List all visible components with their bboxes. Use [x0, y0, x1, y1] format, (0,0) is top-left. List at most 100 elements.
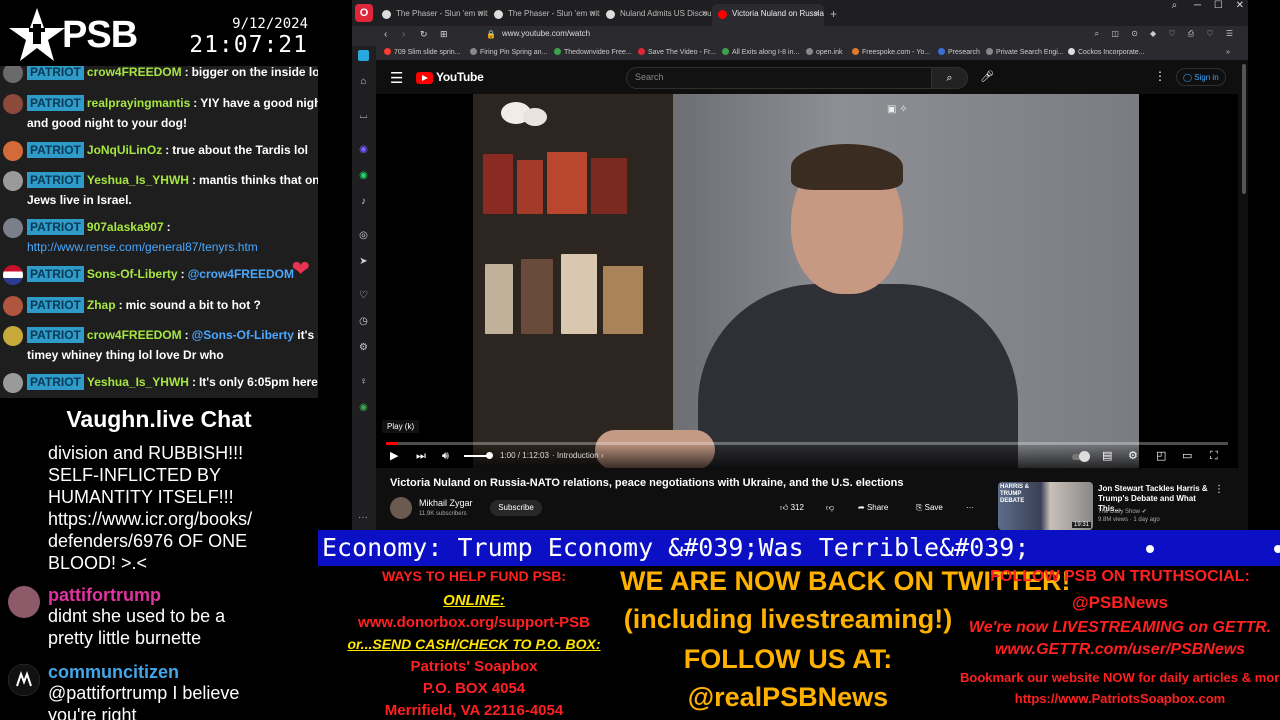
- workspace-icon[interactable]: [358, 50, 369, 61]
- back-icon[interactable]: ‹: [384, 29, 387, 40]
- url-field[interactable]: www.youtube.com/watch: [502, 29, 590, 38]
- subscribe-button[interactable]: Subscribe: [490, 500, 542, 516]
- bookmark-item[interactable]: Cockos Incorporate...: [1068, 47, 1145, 59]
- wolf-emblem-icon: [8, 664, 40, 696]
- user-avatar: [3, 326, 23, 346]
- chat-mention[interactable]: @crow4FREEDOM: [188, 267, 294, 281]
- next-icon[interactable]: ⏭︎: [416, 450, 426, 462]
- tiles-icon[interactable]: ⊞: [440, 29, 448, 40]
- forward-icon[interactable]: ›: [402, 29, 405, 40]
- patriot-badge: PATRIOT: [27, 327, 84, 343]
- tab-phaser-2[interactable]: The Phaser - Slun 'em with ✕: [488, 4, 600, 26]
- search-button[interactable]: ⌕: [932, 67, 968, 89]
- subtitles-icon[interactable]: ▤: [1102, 450, 1112, 462]
- close-window-icon[interactable]: ✕: [1236, 0, 1244, 11]
- chat-username[interactable]: Yeshua_Is_YHWH: [87, 375, 189, 389]
- extension-icon[interactable]: ◉: [358, 402, 369, 413]
- like-button[interactable]: 👍︎ 312: [780, 503, 804, 513]
- miniplayer-icon[interactable]: ◰: [1156, 450, 1166, 462]
- address-line: Patriots' Soapbox: [410, 658, 538, 675]
- chapter-label[interactable]: · Introduction ›: [552, 451, 604, 460]
- bookmark-item[interactable]: Thedownvideo Free...: [554, 47, 632, 59]
- progress-bar[interactable]: [386, 442, 1228, 445]
- channel-avatar[interactable]: [390, 497, 412, 519]
- play-icon[interactable]: ▶: [390, 450, 398, 462]
- tiktok-icon[interactable]: ♪: [358, 196, 369, 207]
- bookmark-item[interactable]: Private Search Engi...: [986, 47, 1064, 59]
- bookmark-item[interactable]: All Exits along I-8 in...: [722, 47, 799, 59]
- bookmark-item[interactable]: Save The Video - Fr...: [638, 47, 716, 59]
- video-player[interactable]: ▣ ✧ Play (k) ▶ ⏭︎ 🔊︎ 1:00 / 1:12:03 · In…: [376, 94, 1238, 468]
- menu-icon[interactable]: ☰: [390, 69, 403, 87]
- volume-icon[interactable]: 🔊︎: [442, 450, 449, 462]
- recommended-channel[interactable]: The Daily Show ✔: [1098, 508, 1147, 515]
- home-icon[interactable]: ⌂: [358, 76, 369, 87]
- close-tab-icon[interactable]: ✕: [477, 4, 484, 24]
- chat-username[interactable]: Sons-Of-Liberty: [87, 267, 178, 281]
- share-button[interactable]: ➦ Share: [858, 503, 888, 512]
- chat-username[interactable]: crow4FREEDOM: [87, 328, 182, 342]
- microphone-icon[interactable]: 🎤︎: [980, 70, 994, 83]
- chat-link[interactable]: http://www.rense.com/general87/tenyrs.ht…: [27, 240, 258, 254]
- close-tab-icon[interactable]: ✕: [701, 4, 708, 24]
- reload-icon[interactable]: ↻: [420, 29, 428, 40]
- more-actions-icon[interactable]: ···: [966, 503, 974, 512]
- shopping-bag-icon[interactable]: ⌴: [358, 110, 369, 121]
- page-scrollbar[interactable]: [1242, 64, 1246, 194]
- tab-victoria-nuland[interactable]: Victoria Nuland on Russia- ✕: [712, 4, 824, 26]
- settings-dots-icon[interactable]: ⋮: [1154, 69, 1166, 83]
- lock-icon[interactable]: 🔒: [486, 30, 496, 39]
- tips-icon[interactable]: ♀: [358, 376, 369, 387]
- chat-username[interactable]: Yeshua_Is_YHWH: [87, 173, 189, 187]
- bookmark-item[interactable]: Freespoke.com - Yo...: [852, 47, 930, 59]
- settings-icon[interactable]: ⚙: [1128, 450, 1138, 462]
- messenger-icon[interactable]: ◉: [358, 144, 369, 155]
- player-icon[interactable]: ◎: [358, 230, 369, 241]
- recommended-video[interactable]: HARRIS & TRUMP DEBATE 19:31 Jon Stewart …: [998, 482, 1248, 530]
- save-button[interactable]: ⎘ Save: [916, 503, 943, 513]
- theater-mode-icon[interactable]: ▭: [1182, 450, 1192, 462]
- tab-nuland-admits[interactable]: Nuland Admits US Discou ✕: [600, 4, 712, 26]
- bookmark-item[interactable]: Presearch: [938, 47, 980, 59]
- bookmark-item[interactable]: open.ink: [806, 47, 842, 59]
- more-options-icon[interactable]: ⋮: [1214, 484, 1224, 495]
- chat-mention[interactable]: @Sons-Of-Liberty: [192, 328, 294, 342]
- vaughn-username[interactable]: communcitizen: [48, 661, 179, 683]
- tab-phaser-1[interactable]: The Phaser - Slun 'em with ✕: [376, 4, 488, 26]
- close-tab-icon[interactable]: ✕: [589, 4, 596, 24]
- search-input[interactable]: Search: [626, 67, 932, 89]
- channel-name[interactable]: Mikhail Zygar: [419, 498, 473, 508]
- more-icon[interactable]: ···: [358, 512, 368, 523]
- opera-menu-icon[interactable]: O: [355, 4, 373, 22]
- bookmark-item[interactable]: Firing Pin Spring an...: [470, 47, 547, 59]
- user-avatar: [3, 296, 23, 316]
- volume-knob[interactable]: [486, 452, 493, 459]
- whatsapp-icon[interactable]: ◉: [358, 170, 369, 181]
- settings-icon[interactable]: ⚙: [358, 342, 369, 353]
- chat-username[interactable]: crow4FREEDOM: [87, 66, 182, 79]
- sign-in-button[interactable]: ◯ Sign in: [1176, 68, 1226, 86]
- maximize-icon[interactable]: ☐: [1214, 0, 1223, 11]
- chat-username[interactable]: Zhap: [87, 298, 116, 312]
- verified-icon: ✔: [1141, 509, 1147, 515]
- search-tabs-icon[interactable]: ⌕: [1172, 0, 1178, 11]
- chat-username[interactable]: 907alaska907: [87, 220, 164, 234]
- heart-icon[interactable]: ♡: [358, 290, 369, 301]
- bookmarks-overflow-icon[interactable]: »: [1226, 47, 1230, 59]
- bookmark-item[interactable]: 709 Slim slide sprin...: [384, 47, 461, 59]
- stream-logo-area: PSB 9/12/2024 21:07:21: [0, 0, 318, 66]
- new-tab-button[interactable]: +: [824, 4, 846, 26]
- minimize-icon[interactable]: ─: [1194, 0, 1201, 11]
- history-icon[interactable]: ◷: [358, 316, 369, 327]
- user-avatar: [3, 373, 23, 393]
- chat-username[interactable]: JoNqUiLinOz: [87, 143, 162, 157]
- send-icon[interactable]: ➤: [358, 256, 369, 267]
- vaughn-username[interactable]: pattifortrump: [48, 584, 161, 606]
- chat-username[interactable]: realprayingmantis: [87, 96, 190, 110]
- recommended-thumbnail[interactable]: HARRIS & TRUMP DEBATE 19:31: [998, 482, 1093, 530]
- miniplayer-icons[interactable]: ▣ ✧: [887, 104, 908, 115]
- dislike-button[interactable]: 👎︎: [826, 503, 834, 513]
- close-tab-icon[interactable]: ✕: [813, 4, 820, 24]
- toolbar-extension-icons[interactable]: ⌕ ◫ ⊙ ◆ ♡ ⎙ ♡ ☰: [1095, 29, 1238, 39]
- fullscreen-icon[interactable]: ⛶: [1210, 450, 1218, 462]
